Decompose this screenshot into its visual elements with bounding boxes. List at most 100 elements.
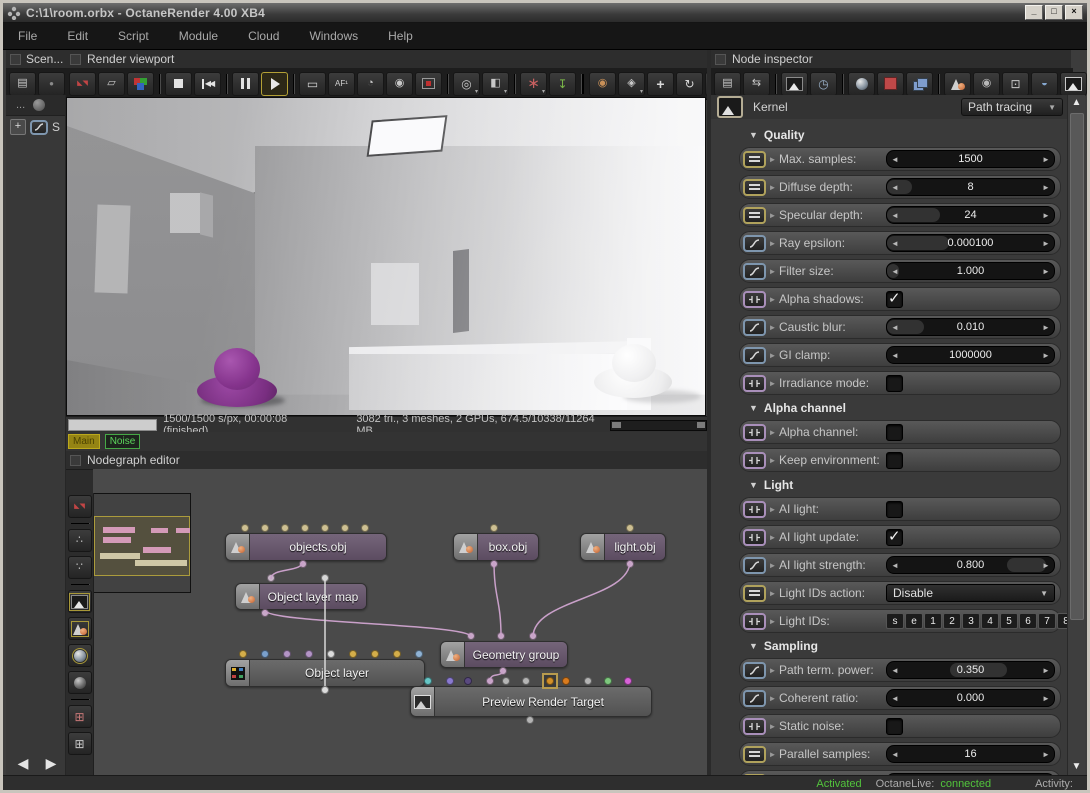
menu-file[interactable]: File (3, 24, 52, 48)
node-prt[interactable]: Preview Render Target (410, 686, 652, 717)
node-input-pin[interactable] (424, 677, 432, 685)
node-input-pin[interactable] (486, 677, 494, 685)
nodegraph-minimap[interactable] (93, 493, 191, 593)
slider-path-term-power[interactable]: ◄ 0.350 ► (886, 661, 1055, 679)
slider-increment-icon[interactable]: ► (1038, 211, 1054, 220)
expand-param-icon[interactable]: ► (766, 211, 779, 220)
node-objlayer[interactable]: Object layer (225, 659, 425, 687)
slider-increment-icon[interactable]: ► (1038, 239, 1054, 248)
resize-viewport-icon[interactable]: ▱ (98, 71, 125, 96)
light-id-chip-6[interactable]: 6 (1019, 613, 1037, 629)
expand-param-icon[interactable]: ► (766, 267, 779, 276)
node-input-pin[interactable] (393, 650, 401, 658)
expand-param-icon[interactable]: ► (766, 666, 779, 675)
node-input-pin[interactable] (321, 524, 329, 532)
dropdown-light-ids-action[interactable]: Disable ▼ (886, 584, 1055, 602)
slider-coherent-ratio[interactable]: ◄ 0.000 ► (886, 689, 1055, 707)
node-input-pin[interactable] (604, 677, 612, 685)
node-input-pin[interactable] (281, 524, 289, 532)
slider-diffuse-depth[interactable]: ◄ 8 ► (886, 178, 1055, 196)
node-input-pin[interactable] (341, 524, 349, 532)
light-id-chip-e[interactable]: e (905, 613, 923, 629)
save-render-icon[interactable]: ↧ (549, 71, 576, 96)
node-inspector-header[interactable]: Node inspector (711, 50, 1071, 69)
section-header-sampling[interactable]: ▼ Sampling (749, 637, 1067, 655)
slider-increment-icon[interactable]: ► (1038, 183, 1054, 192)
node-input-pin[interactable] (497, 632, 505, 640)
object-picker-icon[interactable]: ◈ ▾ (618, 71, 645, 96)
node-input-pin[interactable] (522, 677, 530, 685)
camera-motion-blur-icon[interactable]: ◔ (357, 71, 384, 96)
slider-decrement-icon[interactable]: ◄ (887, 239, 903, 248)
slider-decrement-icon[interactable]: ◄ (887, 155, 903, 164)
outliner-root-row[interactable]: + S (6, 116, 65, 138)
stop-render-icon[interactable] (165, 71, 192, 96)
slider-decrement-icon[interactable]: ◄ (887, 211, 903, 220)
node-type-icon-int[interactable] (743, 206, 766, 224)
slider-decrement-icon[interactable]: ◄ (887, 561, 903, 570)
section-header-alpha-channel[interactable]: ▼ Alpha channel (749, 399, 1067, 417)
nodegraph-header[interactable]: Nodegraph editor (66, 451, 711, 470)
node-output-pin[interactable] (499, 667, 507, 675)
expand-param-icon[interactable]: ► (766, 617, 779, 626)
node-type-icon-float[interactable] (743, 556, 766, 574)
camera-snapshot-icon[interactable]: ◉ (386, 71, 413, 96)
rotate-gizmo-icon[interactable]: ↻ (676, 71, 703, 96)
ng-toggle-image-preview-icon[interactable] (67, 590, 92, 613)
checkbox-alpha-shadows[interactable]: ✓ (886, 290, 903, 308)
node-gg[interactable]: Geometry group (440, 641, 568, 668)
slider-increment-icon[interactable]: ► (1038, 351, 1054, 360)
slider-specular-depth[interactable]: ◄ 24 ► (886, 206, 1055, 224)
node-type-icon-float[interactable] (743, 689, 766, 707)
slider-ai-light-strength[interactable]: ◄ 0.800 ► (886, 556, 1055, 574)
node-type-icon-bool[interactable] (743, 612, 766, 630)
outliner-prev-arrow[interactable]: ◀ (12, 753, 34, 773)
slider-increment-icon[interactable]: ► (1038, 750, 1054, 759)
filmstrip-scrollbar[interactable] (610, 419, 707, 431)
outliner-collapse-icon[interactable]: ▤ (9, 71, 36, 96)
collapse-hierarchy-icon[interactable]: ▤ (714, 71, 741, 96)
outliner-next-arrow[interactable]: ▶ (40, 753, 62, 773)
node-input-pin[interactable] (261, 524, 269, 532)
node-input-pin[interactable] (626, 524, 634, 532)
checkbox-irradiance-mode[interactable] (886, 374, 903, 392)
node-output-pin[interactable] (321, 686, 329, 694)
node-input-pin[interactable] (305, 650, 313, 658)
node-input-pin[interactable] (321, 574, 329, 582)
expand-param-icon[interactable]: ► (766, 428, 779, 437)
move-gizmo-icon[interactable]: + (647, 71, 674, 96)
node-type-icon-int[interactable] (743, 745, 766, 763)
render-view[interactable] (66, 97, 706, 416)
checkbox-ai-light-update[interactable]: ✓ (886, 528, 903, 546)
denoiser-icon[interactable]: ∗ ▾ (520, 71, 547, 96)
resolution-node-icon[interactable]: ⊡ (1002, 71, 1029, 96)
medium-node-icon[interactable] (877, 71, 904, 96)
menu-script[interactable]: Script (103, 24, 164, 48)
pass-tab-main[interactable]: Main (68, 434, 100, 449)
node-type-icon-bool[interactable] (743, 451, 766, 469)
node-input-pin[interactable] (361, 524, 369, 532)
filmstrip-thumb-right[interactable] (697, 421, 705, 428)
light-id-chip-8[interactable]: 8 (1057, 613, 1067, 629)
light-id-chip-7[interactable]: 7 (1038, 613, 1056, 629)
expand-param-icon[interactable]: ► (766, 722, 779, 731)
node-type-icon-int[interactable] (743, 178, 766, 196)
maximize-button[interactable]: □ (1045, 5, 1063, 20)
node-input-pin[interactable] (584, 677, 592, 685)
node-output-pin[interactable] (490, 560, 498, 568)
node-input-pin[interactable] (239, 650, 247, 658)
render-priority-icon[interactable] (127, 71, 154, 96)
menu-edit[interactable]: Edit (52, 24, 103, 48)
checkbox-ai-light[interactable] (886, 500, 903, 518)
node-olm[interactable]: Object layer map (235, 583, 367, 610)
material-picker-icon[interactable]: ◉ (589, 71, 616, 96)
nodegraph-canvas[interactable]: objects.obj box.obj light.obj Object layer … (93, 469, 707, 775)
ng-toggle-texture-preview-icon[interactable] (67, 671, 92, 694)
node-type-icon-int[interactable] (743, 150, 766, 168)
detach-viewport-icon[interactable]: ◣◥ (69, 71, 96, 96)
expand-param-icon[interactable]: ► (766, 561, 779, 570)
render-viewport-header[interactable]: Render viewport (66, 50, 711, 69)
node-type-icon-bool[interactable] (743, 500, 766, 518)
node-input-pin[interactable] (241, 524, 249, 532)
slider-parallel-samples[interactable]: ◄ 16 ► (886, 745, 1055, 763)
